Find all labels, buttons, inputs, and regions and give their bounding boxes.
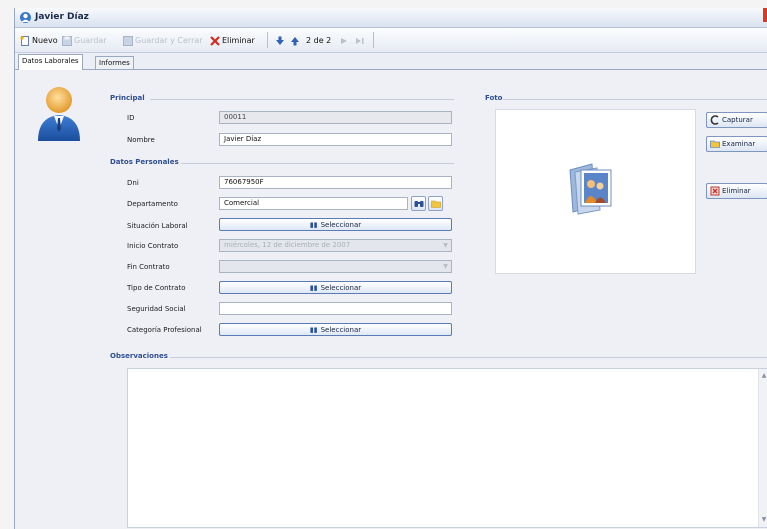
binoculars-icon: ▮▮ <box>309 283 318 292</box>
id-field: 00011 <box>219 111 452 124</box>
departamento-open-button[interactable] <box>428 196 443 211</box>
window-app-icon <box>20 12 31 23</box>
title-bar: Javier Díaz <box>15 8 767 28</box>
dni-field[interactable]: 76067950F <box>219 176 452 189</box>
eliminar-toolbar-label: Eliminar <box>222 36 255 45</box>
employee-window: Javier Díaz Nuevo Guardar Guardar y Cerr… <box>14 8 767 529</box>
binoculars-icon: ▮▮ <box>309 220 318 229</box>
principal-section-label: Principal <box>110 94 149 102</box>
inicio-contrato-value: miércoles, 12 de diciembre de 2007 <box>224 241 351 249</box>
delete-photo-icon <box>710 186 720 196</box>
situacion-laboral-seleccionar-button[interactable]: ▮▮ Seleccionar <box>219 218 452 231</box>
tipo-contrato-label: Tipo de Contrato <box>127 284 186 292</box>
nuevo-button[interactable]: Nuevo <box>20 34 58 47</box>
record-position-label: 2 de 2 <box>306 36 332 45</box>
arrow-last-icon <box>356 37 364 44</box>
categoria-profesional-label: Categoría Profesional <box>127 326 202 334</box>
datos-personales-divider <box>181 163 454 164</box>
inicio-contrato-date-field[interactable]: miércoles, 12 de diciembre de 2007 ▼ <box>219 239 452 252</box>
nombre-field[interactable]: Javier Díaz <box>219 133 452 146</box>
fin-contrato-label: Fin Contrato <box>127 263 170 271</box>
new-document-icon <box>20 35 29 46</box>
seleccionar-label: Seleccionar <box>320 283 362 292</box>
eliminar-toolbar-button[interactable]: Eliminar <box>210 34 255 47</box>
datos-personales-section-label: Datos Personales <box>110 158 183 166</box>
binoculars-icon <box>414 201 423 207</box>
departamento-label: Departamento <box>127 200 178 208</box>
record-position: 2 de 2 <box>306 34 331 47</box>
examinar-button[interactable]: Examinar <box>706 136 767 152</box>
arrow-down-icon <box>276 36 284 45</box>
dni-label: Dni <box>127 179 139 187</box>
principal-divider <box>150 99 454 100</box>
browse-folder-icon <box>710 140 720 148</box>
guardar-label: Guardar <box>74 36 107 45</box>
folder-icon <box>430 200 441 208</box>
seleccionar-label: Seleccionar <box>320 325 362 334</box>
close-button[interactable] <box>763 8 767 22</box>
toolbar-separator-end <box>373 32 374 48</box>
binoculars-icon: ▮▮ <box>309 325 318 334</box>
tipo-contrato-seleccionar-button[interactable]: ▮▮ Seleccionar <box>219 281 452 294</box>
scroll-down-icon[interactable]: ▼ <box>759 515 767 525</box>
capturar-button[interactable]: Capturar <box>706 112 767 128</box>
guardar-cerrar-button[interactable]: Guardar y Cerrar <box>123 34 203 47</box>
chevron-down-icon: ▼ <box>443 263 448 270</box>
seleccionar-label: Seleccionar <box>320 220 362 229</box>
seguridad-social-label: Seguridad Social <box>127 305 186 313</box>
nuevo-label: Nuevo <box>32 36 58 45</box>
nombre-label: Nombre <box>127 136 155 144</box>
eliminar-photo-button[interactable]: Eliminar <box>706 183 767 199</box>
foto-divider <box>503 99 767 100</box>
examinar-label: Examinar <box>722 140 756 148</box>
observaciones-section-label: Observaciones <box>110 352 172 360</box>
capturar-label: Capturar <box>722 116 753 124</box>
camera-capture-icon <box>710 115 719 125</box>
toolbar-separator <box>267 32 268 48</box>
id-label: ID <box>127 114 135 122</box>
observaciones-textarea[interactable] <box>127 368 767 528</box>
employee-avatar-icon <box>38 87 80 141</box>
scroll-up-icon[interactable]: ▲ <box>759 371 767 381</box>
delete-x-icon <box>210 35 220 46</box>
situacion-laboral-label: Situación Laboral <box>127 222 188 230</box>
arrow-right-icon <box>341 37 347 44</box>
seguridad-social-field[interactable] <box>219 302 452 315</box>
guardar-button[interactable]: Guardar <box>62 34 107 47</box>
previous-record-button[interactable] <box>290 34 300 47</box>
save-close-icon <box>123 35 133 46</box>
eliminar-photo-label: Eliminar <box>722 187 751 195</box>
photo-preview <box>495 109 696 274</box>
tab-strip: Datos Laborales Informes <box>15 53 767 70</box>
departamento-search-button[interactable] <box>411 196 426 211</box>
tab-datos-laborales[interactable]: Datos Laborales <box>18 54 83 70</box>
window-title: Javier Díaz <box>35 12 89 22</box>
save-icon <box>62 35 72 46</box>
foto-section-label: Foto <box>485 94 507 102</box>
arrow-up-icon <box>291 36 299 45</box>
next-record-button[interactable] <box>339 34 349 47</box>
departamento-field[interactable]: Comercial <box>219 197 408 210</box>
inicio-contrato-label: Inicio Contrato <box>127 242 179 250</box>
categoria-profesional-seleccionar-button[interactable]: ▮▮ Seleccionar <box>219 323 452 336</box>
observaciones-scrollbar[interactable]: ▲ ▼ <box>758 369 767 527</box>
fin-contrato-date-field[interactable]: ▼ <box>219 260 452 273</box>
photo-placeholder-icon <box>569 163 612 215</box>
chevron-down-icon: ▼ <box>443 242 448 249</box>
toolbar: Nuevo Guardar Guardar y Cerrar Eliminar … <box>15 28 767 53</box>
guardar-cerrar-label: Guardar y Cerrar <box>135 36 203 45</box>
last-record-button[interactable] <box>355 34 365 47</box>
tab-informes[interactable]: Informes <box>95 56 134 69</box>
first-record-button[interactable] <box>275 34 285 47</box>
observaciones-divider <box>170 357 767 358</box>
